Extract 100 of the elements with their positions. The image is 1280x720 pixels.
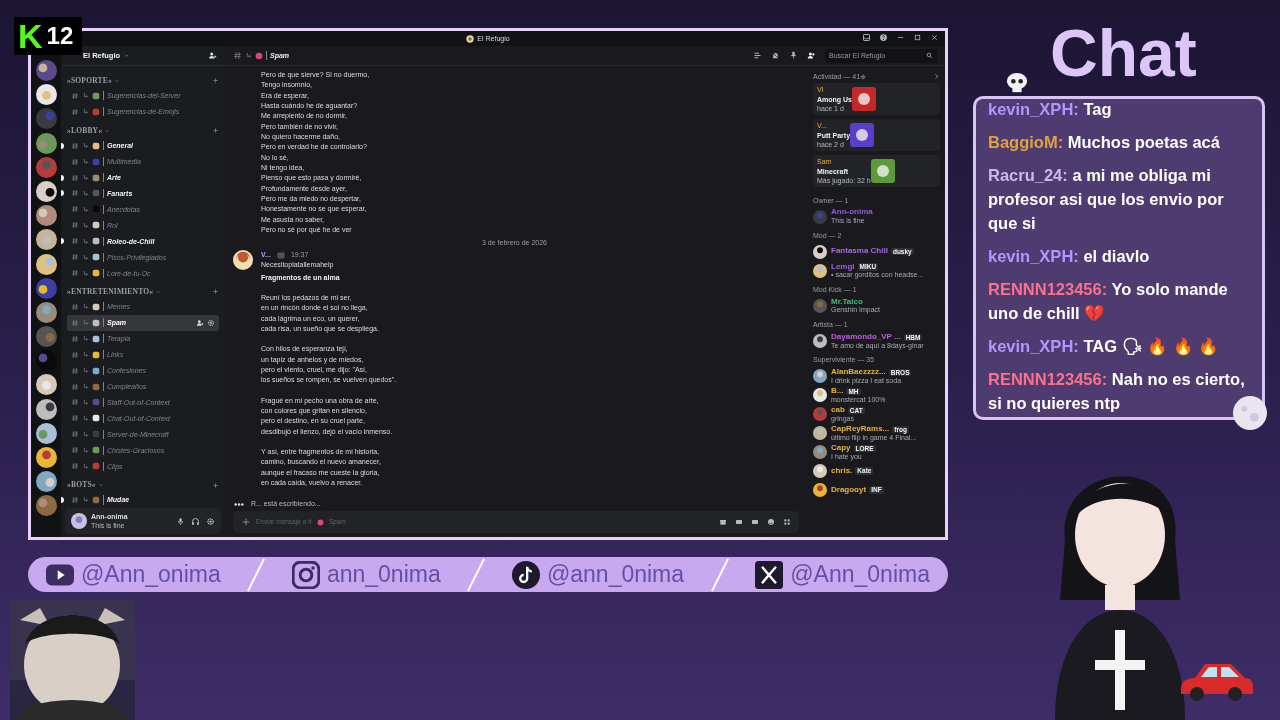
unread-marker <box>61 174 64 181</box>
member-name: Dayamondo_VP ... <box>831 332 901 342</box>
moon-icon <box>1233 396 1267 430</box>
branch-icon <box>82 174 89 181</box>
headphones-icon[interactable] <box>191 516 200 526</box>
hash-icon <box>71 157 79 166</box>
hash-icon <box>71 334 79 343</box>
plus-icon[interactable] <box>212 77 219 85</box>
slash-divider <box>466 557 487 592</box>
branch-icon <box>82 237 89 245</box>
chat-message: RENNN123456: Nah no es cierto, si no quieres ntp <box>988 368 1246 414</box>
inbox-icon[interactable] <box>862 33 871 42</box>
game-icon <box>850 123 875 148</box>
avatar <box>813 263 827 278</box>
server-icon[interactable] <box>35 180 57 202</box>
branch-icon <box>82 335 89 343</box>
avatar <box>813 445 827 460</box>
members-icon[interactable] <box>807 51 816 60</box>
avatar <box>813 483 827 498</box>
server-icon[interactable] <box>35 495 57 517</box>
game-icon <box>852 87 876 112</box>
pin-icon[interactable] <box>789 51 798 60</box>
maximize-icon[interactable] <box>913 33 922 42</box>
branch-icon <box>82 253 89 261</box>
add-icon[interactable] <box>241 517 251 527</box>
threads-icon[interactable] <box>753 51 762 60</box>
member-name: chris. <box>831 466 853 476</box>
emoji-icon <box>92 496 100 504</box>
hash-icon <box>71 173 79 182</box>
branch-icon <box>82 108 89 116</box>
member-name: Mr.Talco <box>831 297 863 307</box>
chat-message: BaggioM: Muchos poetas acá <box>988 131 1221 153</box>
hash-icon <box>71 462 79 471</box>
hash-icon <box>71 141 79 150</box>
unread-marker <box>61 190 64 197</box>
plus-icon[interactable] <box>212 481 219 489</box>
social-handle: @Ann_onima <box>81 560 221 590</box>
server-icon[interactable] <box>35 253 57 275</box>
plus-icon[interactable] <box>212 127 219 135</box>
gif-icon[interactable] <box>735 518 743 526</box>
branch-icon <box>82 303 89 311</box>
member-name: AlanBaezzzz... <box>831 367 886 377</box>
add-member-icon[interactable] <box>196 318 204 327</box>
avatar <box>813 333 827 348</box>
branch-icon <box>82 92 89 100</box>
member-name: B... <box>831 386 844 396</box>
branch-icon <box>82 142 89 150</box>
branch-icon <box>82 367 89 375</box>
hash-icon <box>71 446 79 455</box>
emoji-icon[interactable] <box>767 518 775 526</box>
microphone-icon[interactable] <box>176 516 185 526</box>
server-icon[interactable] <box>35 132 57 154</box>
typing-icon <box>233 501 245 507</box>
branch-icon <box>82 414 89 422</box>
branch-icon <box>82 351 89 359</box>
settings-icon[interactable] <box>207 318 215 327</box>
plus-icon[interactable] <box>212 288 219 296</box>
server-icon[interactable] <box>35 84 57 106</box>
server-icon[interactable] <box>35 398 57 420</box>
hash-icon <box>233 51 242 60</box>
chat-message: Racru_24: a mi me obliga mi profesor asi que los envio por que si <box>988 164 1225 234</box>
server-icon[interactable] <box>35 205 57 227</box>
server-icon[interactable] <box>35 447 57 468</box>
server-icon[interactable] <box>35 60 57 81</box>
viewer-count: 12 <box>46 24 74 48</box>
settings-icon[interactable] <box>860 73 867 80</box>
hash-icon <box>71 350 79 359</box>
apps-icon[interactable] <box>783 518 791 526</box>
sticker-icon[interactable] <box>751 518 759 526</box>
server-icon[interactable] <box>35 277 57 299</box>
caret-icon[interactable] <box>123 52 131 59</box>
server-icon[interactable] <box>35 422 57 444</box>
server-icon[interactable] <box>35 471 57 493</box>
chat-title: Chat <box>1050 20 1197 92</box>
server-icon <box>466 34 475 43</box>
logo-letter: K <box>18 19 43 53</box>
hash-icon <box>71 253 79 262</box>
social-handle: @ann_0nima <box>546 560 685 590</box>
settings-icon[interactable] <box>206 516 215 526</box>
gift-icon[interactable] <box>719 518 727 526</box>
avatar[interactable] <box>71 513 87 529</box>
add-member-icon[interactable] <box>208 51 217 60</box>
x-icon <box>755 560 784 589</box>
avatar[interactable] <box>233 249 253 270</box>
server-icon[interactable] <box>35 301 57 323</box>
member-name: CapReyRams... <box>831 424 890 434</box>
server-icon[interactable] <box>35 229 57 251</box>
avatar <box>813 426 827 441</box>
avatar <box>813 209 827 224</box>
avatar <box>813 298 827 313</box>
help-icon[interactable] <box>879 33 888 42</box>
skull-icon <box>1004 72 1030 94</box>
mute-icon[interactable] <box>771 51 780 60</box>
hash-icon <box>71 221 79 230</box>
hash-icon <box>71 107 79 116</box>
branch-icon <box>82 446 89 454</box>
close-icon[interactable] <box>930 33 939 42</box>
server-icon[interactable] <box>35 374 57 396</box>
branch-icon <box>82 398 89 406</box>
chevron-icon[interactable] <box>933 73 940 81</box>
